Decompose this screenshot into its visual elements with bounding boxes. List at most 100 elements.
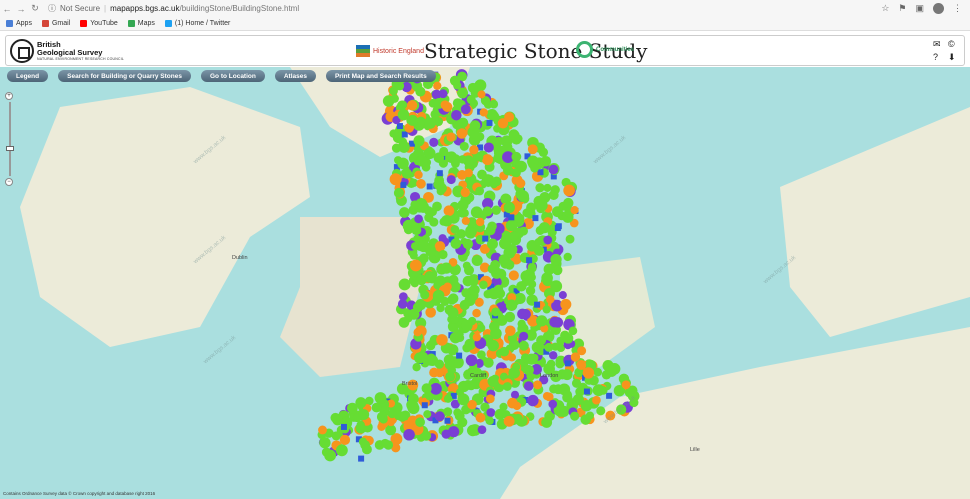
stone-marker[interactable] (489, 179, 499, 189)
menu-icon[interactable]: ⋮ (953, 3, 962, 14)
search-stones-button[interactable]: Search for Building or Quarry Stones (58, 70, 191, 82)
stone-marker[interactable] (331, 431, 341, 441)
stone-marker[interactable] (527, 144, 538, 155)
stone-marker[interactable] (401, 168, 413, 179)
stone-marker[interactable] (483, 357, 494, 368)
stone-marker[interactable] (415, 417, 425, 428)
download-icon[interactable]: ⬇ (948, 52, 959, 63)
stone-marker[interactable] (393, 156, 403, 165)
stone-marker[interactable] (471, 254, 483, 267)
stone-marker[interactable] (425, 307, 436, 318)
stone-marker[interactable] (453, 408, 462, 417)
stone-marker[interactable] (475, 153, 484, 162)
stone-marker[interactable] (485, 225, 496, 236)
stone-marker[interactable] (487, 264, 497, 274)
stone-marker[interactable] (487, 375, 499, 387)
stone-marker[interactable] (398, 292, 408, 301)
stone-marker[interactable] (449, 75, 461, 86)
stone-marker[interactable] (416, 155, 428, 167)
stone-marker[interactable] (410, 200, 420, 210)
stone-marker[interactable] (429, 137, 439, 147)
stone-marker[interactable] (497, 118, 509, 129)
stone-marker[interactable] (433, 81, 442, 90)
stone-marker[interactable] (398, 278, 411, 291)
stone-marker[interactable] (513, 134, 523, 143)
stone-marker[interactable] (450, 225, 460, 234)
stone-marker[interactable] (421, 402, 428, 409)
stone-marker[interactable] (507, 397, 518, 409)
stone-marker[interactable] (346, 402, 358, 414)
zoom-handle[interactable] (6, 146, 14, 151)
stone-marker[interactable] (446, 132, 456, 142)
stone-marker[interactable] (482, 206, 493, 217)
stone-marker[interactable] (596, 406, 606, 416)
flag-icon[interactable]: ⚑ (898, 3, 906, 14)
reload-icon[interactable]: ↻ (28, 3, 42, 14)
stone-marker[interactable] (570, 411, 580, 421)
stone-marker[interactable] (606, 365, 617, 376)
stone-marker[interactable] (477, 169, 487, 180)
stone-marker[interactable] (462, 238, 474, 250)
stone-marker[interactable] (482, 235, 489, 242)
stone-marker[interactable] (461, 216, 470, 225)
stone-marker[interactable] (406, 100, 418, 111)
zoom-in-button[interactable]: + (5, 92, 13, 100)
stone-marker[interactable] (543, 235, 553, 245)
stone-marker[interactable] (389, 173, 402, 186)
stone-marker[interactable] (430, 382, 442, 395)
stone-marker[interactable] (361, 444, 372, 455)
stone-marker[interactable] (477, 425, 487, 435)
stone-marker[interactable] (424, 117, 436, 129)
stone-marker[interactable] (505, 325, 516, 337)
stone-marker[interactable] (491, 307, 501, 317)
stone-marker[interactable] (423, 410, 432, 419)
stone-marker[interactable] (472, 333, 481, 342)
stone-marker[interactable] (621, 380, 631, 390)
stone-marker[interactable] (518, 226, 528, 236)
stone-marker[interactable] (393, 187, 404, 198)
stone-marker[interactable] (570, 205, 579, 215)
stone-marker[interactable] (339, 434, 351, 445)
stone-marker[interactable] (583, 388, 590, 395)
stone-marker[interactable] (486, 119, 493, 126)
stone-marker[interactable] (538, 222, 550, 234)
stone-marker[interactable] (486, 408, 496, 417)
stone-marker[interactable] (469, 120, 481, 132)
stone-marker[interactable] (450, 238, 462, 249)
stone-marker[interactable] (510, 390, 520, 399)
forward-icon[interactable]: → (14, 4, 28, 14)
stone-marker[interactable] (475, 186, 485, 196)
stone-marker[interactable] (318, 425, 327, 435)
stone-marker[interactable] (518, 340, 529, 351)
stone-marker[interactable] (563, 184, 575, 197)
stone-marker[interactable] (441, 214, 453, 227)
stone-marker[interactable] (364, 396, 374, 406)
stone-marker[interactable] (534, 238, 543, 247)
stone-marker[interactable] (424, 271, 436, 283)
print-map-button[interactable]: Print Map and Search Results (325, 70, 436, 82)
stone-marker[interactable] (443, 407, 453, 417)
stone-marker[interactable] (427, 339, 436, 348)
stone-marker[interactable] (431, 89, 442, 100)
stone-marker[interactable] (558, 291, 567, 300)
stone-marker[interactable] (543, 183, 552, 192)
stone-marker[interactable] (319, 437, 331, 449)
stone-marker[interactable] (523, 381, 534, 391)
stone-marker[interactable] (517, 319, 526, 329)
zoom-slider[interactable] (6, 102, 14, 176)
stone-marker[interactable] (469, 284, 480, 296)
stone-marker[interactable] (514, 213, 525, 224)
stone-marker[interactable] (465, 227, 476, 239)
zoom-out-button[interactable]: − (5, 178, 13, 186)
stone-marker[interactable] (498, 254, 509, 265)
stone-marker[interactable] (576, 360, 587, 370)
stone-marker[interactable] (503, 415, 515, 427)
star-icon[interactable]: ☆ (881, 3, 889, 14)
stone-marker[interactable] (462, 261, 471, 270)
stone-marker[interactable] (550, 280, 563, 293)
stone-marker[interactable] (421, 383, 432, 394)
stone-marker[interactable] (389, 129, 398, 138)
stone-marker[interactable] (456, 128, 468, 139)
stone-marker[interactable] (415, 86, 426, 97)
stone-marker[interactable] (417, 351, 429, 363)
